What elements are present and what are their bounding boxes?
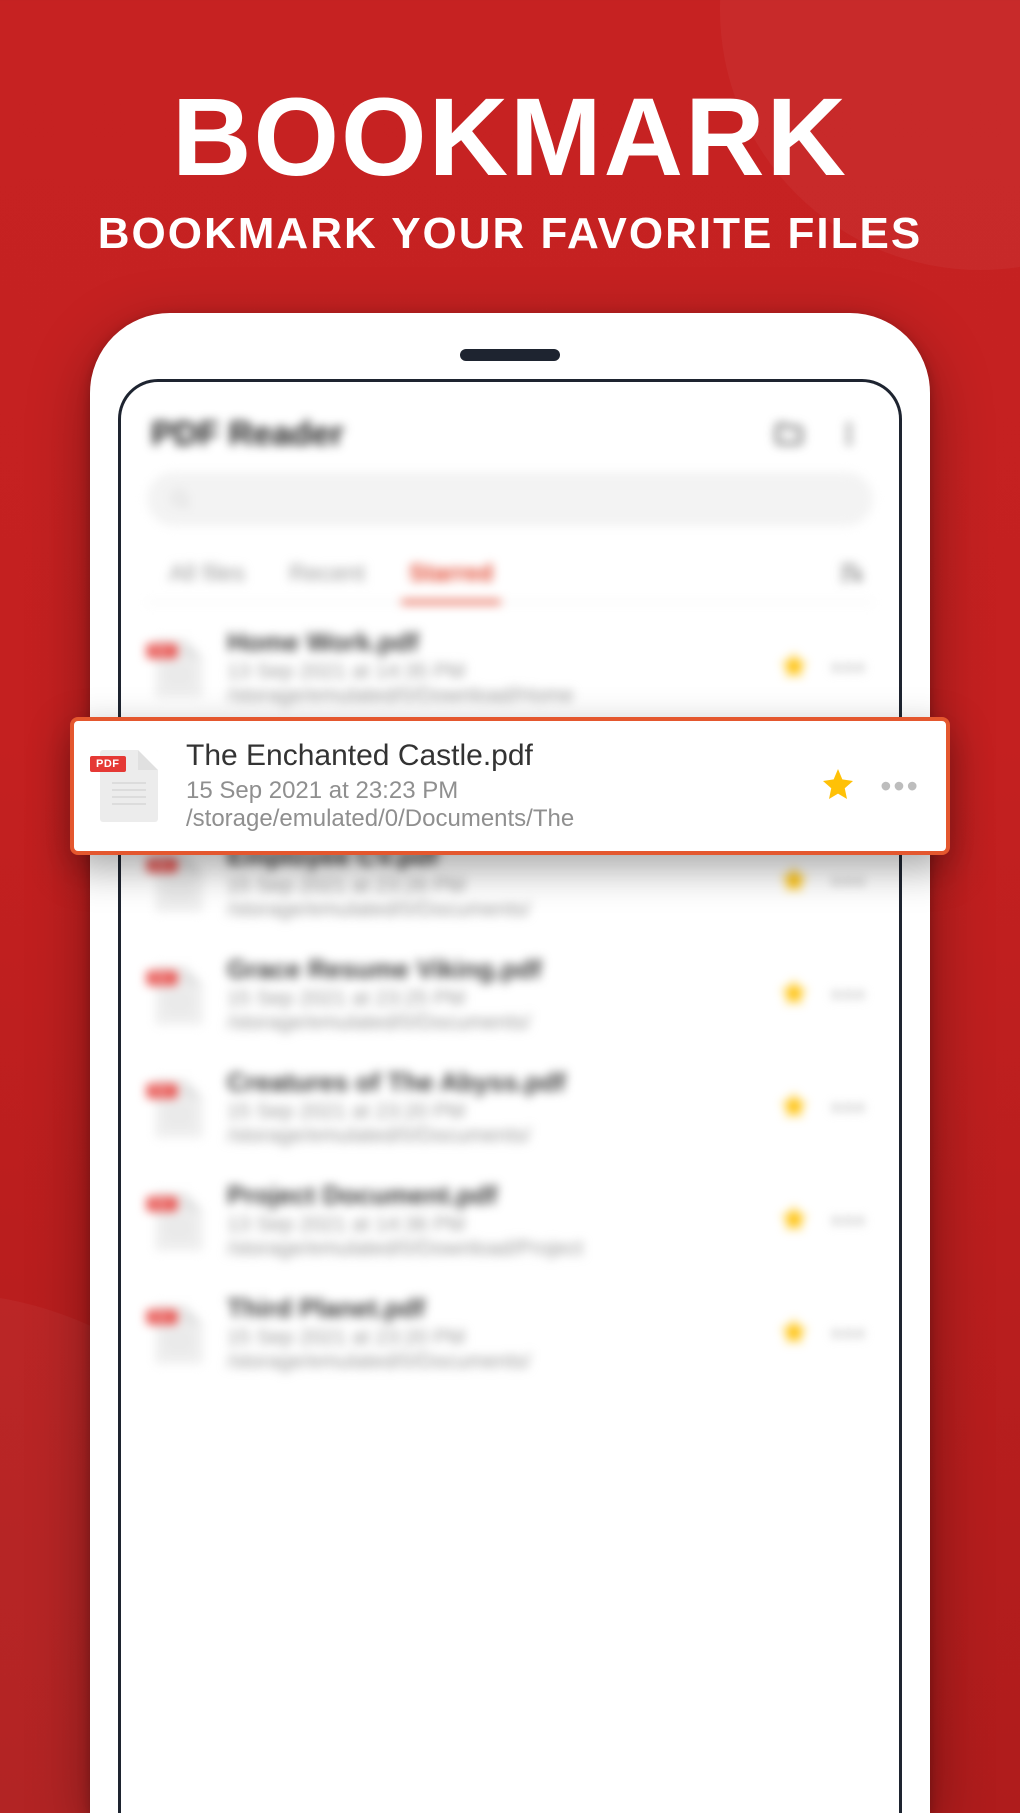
file-info: Grace Resume Viking.pdf 15 Sep 2021 at 2… <box>227 954 759 1035</box>
star-button[interactable] <box>779 1203 809 1238</box>
file-title: Grace Resume Viking.pdf <box>227 954 759 985</box>
file-title: Third Planet.pdf <box>227 1293 759 1324</box>
file-row[interactable]: PDF Project Document.pdf 13 Sep 2021 at … <box>147 1164 873 1277</box>
file-more-button[interactable]: ••• <box>829 1092 869 1124</box>
file-more-button[interactable]: ••• <box>829 1205 869 1237</box>
file-title: Home Work.pdf <box>227 627 759 658</box>
app-screen: PDF Reader All files Recent Starred <box>118 379 902 1813</box>
file-info: Home Work.pdf 13 Sep 2021 at 14:35 PM /s… <box>227 627 759 708</box>
star-button[interactable] <box>779 650 809 685</box>
star-button[interactable] <box>779 864 809 899</box>
file-info: Project Document.pdf 13 Sep 2021 at 14:3… <box>227 1180 759 1261</box>
file-path: /storage/emulated/0/Documents/ <box>227 1124 759 1148</box>
pdf-badge: PDF <box>147 858 177 872</box>
tab-recent[interactable]: Recent <box>267 548 387 602</box>
file-date: 13 Sep 2021 at 14:36 PM <box>227 1213 759 1237</box>
pdf-thumbnail: PDF <box>151 961 207 1029</box>
tab-starred[interactable]: Starred <box>387 548 515 602</box>
file-date: 15 Sep 2021 at 23:25 PM <box>227 987 759 1011</box>
tab-all-files[interactable]: All files <box>147 548 267 602</box>
pdf-badge: PDF <box>147 971 177 985</box>
pdf-badge: PDF <box>147 1197 177 1211</box>
file-title: Project Document.pdf <box>227 1180 759 1211</box>
file-row[interactable]: PDF Grace Resume Viking.pdf 15 Sep 2021 … <box>147 938 873 1051</box>
star-button[interactable] <box>779 1316 809 1351</box>
pdf-badge: PDF <box>147 1310 177 1324</box>
file-more-button[interactable]: ••• <box>829 866 869 898</box>
file-path: /storage/emulated/0/Documents/ <box>227 1350 759 1374</box>
sort-button[interactable] <box>829 559 873 592</box>
file-date: 15 Sep 2021 at 23:26 PM <box>227 874 759 898</box>
file-path: /storage/emulated/0/Documents/ <box>227 898 759 922</box>
file-path: /storage/emulated/0/Documents/ <box>227 1011 759 1035</box>
search-icon <box>169 488 191 510</box>
overflow-menu-button[interactable] <box>829 414 869 454</box>
file-info: Creatures of The Abyss.pdf 15 Sep 2021 a… <box>227 1067 759 1148</box>
app-bar: PDF Reader <box>147 410 873 472</box>
file-info: The Enchanted Castle.pdf 15 Sep 2021 at … <box>186 739 796 833</box>
pdf-thumbnail: PDF <box>96 746 162 826</box>
file-more-button[interactable]: ••• <box>829 1318 869 1350</box>
star-button[interactable] <box>779 1090 809 1125</box>
file-date: 15 Sep 2021 at 23:20 PM <box>227 1326 759 1350</box>
file-date: 15 Sep 2021 at 23:20 PM <box>227 1100 759 1124</box>
pdf-thumbnail: PDF <box>151 1074 207 1142</box>
file-row[interactable]: PDF Home Work.pdf 13 Sep 2021 at 14:35 P… <box>147 611 873 724</box>
phone-mockup: PDF Reader All files Recent Starred <box>90 313 930 1813</box>
file-path: /storage/emulated/0/Documents/The <box>186 805 796 833</box>
file-title: The Enchanted Castle.pdf <box>186 739 796 773</box>
promo-subtitle: BOOKMARK YOUR FAVORITE FILES <box>0 209 1020 259</box>
star-icon <box>820 766 856 802</box>
star-icon <box>779 650 809 680</box>
file-info: Third Planet.pdf 15 Sep 2021 at 23:20 PM… <box>227 1293 759 1374</box>
sort-icon <box>837 559 865 587</box>
pdf-badge: PDF <box>147 1084 177 1098</box>
file-more-button[interactable]: ••• <box>829 979 869 1011</box>
star-button[interactable] <box>779 977 809 1012</box>
tabs: All files Recent Starred <box>147 548 873 603</box>
app-title: PDF Reader <box>151 415 749 454</box>
file-more-button[interactable]: ••• <box>829 652 869 684</box>
pdf-thumbnail: PDF <box>151 634 207 702</box>
more-vertical-icon <box>835 420 863 448</box>
star-icon <box>779 864 809 894</box>
pdf-badge: PDF <box>90 756 126 772</box>
file-more-button[interactable]: ••• <box>880 768 920 805</box>
file-path: /storage/emulated/0/Download/Home <box>227 684 759 708</box>
pdf-badge: PDF <box>147 644 177 658</box>
pdf-thumbnail: PDF <box>151 848 207 916</box>
star-icon <box>779 977 809 1007</box>
file-title: Creatures of The Abyss.pdf <box>227 1067 759 1098</box>
promo-title: BOOKMARK <box>0 74 1020 201</box>
promo-header: BOOKMARK BOOKMARK YOUR FAVORITE FILES <box>0 0 1020 259</box>
file-row[interactable]: PDF Third Planet.pdf 15 Sep 2021 at 23:2… <box>147 1277 873 1390</box>
file-row[interactable]: PDF Creatures of The Abyss.pdf 15 Sep 20… <box>147 1051 873 1164</box>
file-date: 15 Sep 2021 at 23:23 PM <box>186 777 796 805</box>
pdf-thumbnail: PDF <box>151 1300 207 1368</box>
star-icon <box>779 1316 809 1346</box>
star-button[interactable] <box>820 766 856 807</box>
search-input[interactable] <box>147 472 873 526</box>
highlighted-file-row[interactable]: PDF The Enchanted Castle.pdf 15 Sep 2021… <box>70 717 950 855</box>
file-path: /storage/emulated/0/Download/Project <box>227 1237 759 1261</box>
star-icon <box>779 1203 809 1233</box>
pdf-thumbnail: PDF <box>151 1187 207 1255</box>
folder-button[interactable] <box>769 414 809 454</box>
folder-icon <box>773 418 805 450</box>
file-date: 13 Sep 2021 at 14:35 PM <box>227 660 759 684</box>
phone-notch <box>460 349 560 361</box>
star-icon <box>779 1090 809 1120</box>
